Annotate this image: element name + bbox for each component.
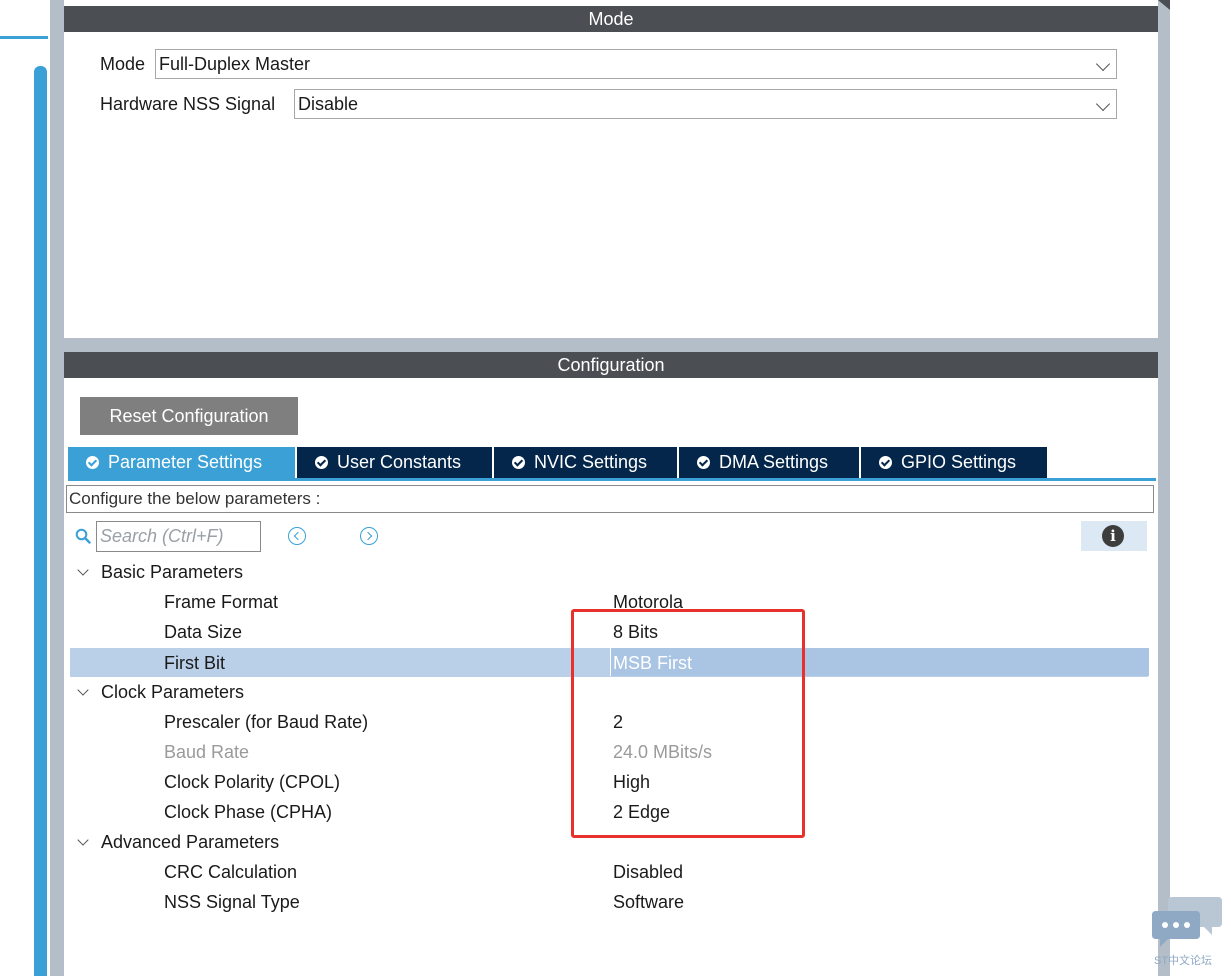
description-box: Configure the below parameters : [66, 485, 1154, 513]
param-value[interactable]: Disabled [613, 857, 683, 887]
chevron-down-icon[interactable] [77, 564, 89, 576]
corner-arrow-icon [1158, 0, 1170, 10]
chevron-down-icon[interactable] [77, 834, 89, 846]
check-circle-icon [512, 456, 525, 469]
check-circle-icon [315, 456, 328, 469]
param-row-nss-signal-type[interactable]: NSS Signal Type Software [70, 887, 1148, 917]
tab-user-constants[interactable]: User Constants [297, 447, 492, 479]
nss-label: Hardware NSS Signal [100, 94, 276, 114]
tab-label: GPIO Settings [901, 452, 1017, 472]
group-basic-parameters[interactable]: Basic Parameters [70, 557, 1148, 587]
tab-gpio-settings[interactable]: GPIO Settings [861, 447, 1047, 479]
group-label: Basic Parameters [101, 562, 244, 582]
tab-parameter-settings[interactable]: Parameter Settings [68, 447, 295, 479]
group-label: Advanced Parameters [101, 832, 280, 852]
info-icon: i [1102, 525, 1124, 547]
frame-border-left [50, 0, 64, 976]
param-name: Baud Rate [164, 742, 250, 762]
param-name: Clock Phase (CPHA) [164, 802, 333, 822]
check-circle-icon [879, 456, 892, 469]
mode-panel-header: Mode [64, 6, 1158, 32]
param-name: Clock Polarity (CPOL) [164, 772, 341, 792]
chat-bubble-logo-icon [1152, 897, 1222, 947]
nss-select-value: Disable [298, 94, 359, 114]
chevron-down-icon[interactable] [77, 684, 89, 696]
chevron-down-icon [1095, 56, 1111, 72]
tab-label: DMA Settings [719, 452, 829, 472]
search-icon [75, 528, 91, 544]
tab-nvic-settings[interactable]: NVIC Settings [494, 447, 677, 479]
mode-select[interactable]: Full-Duplex Master [155, 49, 1117, 79]
group-label: Clock Parameters [101, 682, 245, 702]
tab-underline [68, 478, 1156, 481]
check-circle-icon [86, 456, 99, 469]
red-annotation-box [571, 609, 805, 838]
tab-label: User Constants [337, 452, 462, 472]
mode-label: Mode [100, 54, 146, 74]
tab-label: NVIC Settings [534, 452, 648, 472]
mode-select-value: Full-Duplex Master [159, 54, 311, 74]
param-name: Frame Format [164, 592, 279, 612]
panel-splitter[interactable] [50, 338, 1170, 352]
next-result-icon[interactable] [360, 527, 378, 545]
check-circle-icon [697, 456, 710, 469]
previous-result-icon[interactable] [288, 527, 306, 545]
mode-row: Mode [100, 49, 145, 79]
param-name: NSS Signal Type [164, 892, 300, 912]
chevron-down-icon [1095, 96, 1111, 112]
param-row-crc-calculation[interactable]: CRC Calculation Disabled [70, 857, 1148, 887]
param-name: Data Size [164, 622, 243, 642]
configuration-panel-header: Configuration [64, 352, 1158, 378]
param-name: CRC Calculation [164, 862, 298, 882]
left-scrollbar[interactable] [34, 66, 47, 976]
param-name: Prescaler (for Baud Rate) [164, 712, 369, 732]
tab-dma-settings[interactable]: DMA Settings [679, 447, 859, 479]
search-input[interactable]: Search (Ctrl+F) [96, 521, 261, 552]
tab-label: Parameter Settings [108, 452, 263, 472]
nss-row: Hardware NSS Signal [100, 89, 275, 119]
nss-select[interactable]: Disable [294, 89, 1117, 119]
frame-border-right [1158, 0, 1170, 976]
param-value[interactable]: Software [613, 887, 684, 917]
left-divider-line [0, 36, 48, 39]
param-name: First Bit [164, 653, 225, 673]
info-button[interactable]: i [1081, 521, 1147, 551]
reset-configuration-button[interactable]: Reset Configuration [80, 397, 298, 435]
watermark-text: ST中文论坛 [1154, 955, 1213, 967]
